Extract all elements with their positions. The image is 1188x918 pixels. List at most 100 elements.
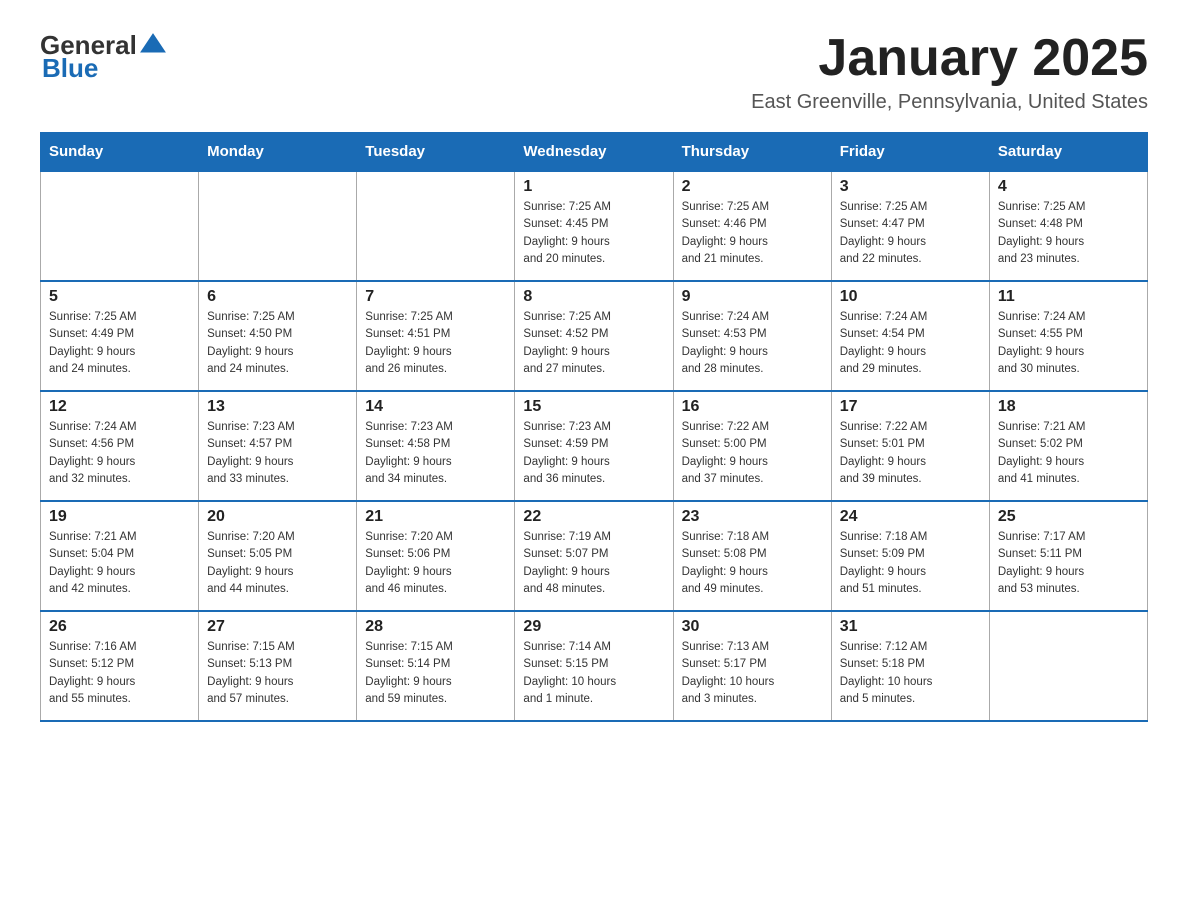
day-number: 8 — [523, 288, 664, 306]
day-number: 21 — [365, 508, 506, 526]
day-number: 23 — [682, 508, 823, 526]
calendar-cell: 1 Sunrise: 7:25 AM Sunset: 4:45 PM Daylig… — [515, 171, 673, 281]
day-info: Sunrise: 7:23 AM Sunset: 4:57 PM Dayligh… — [207, 419, 348, 488]
day-number: 31 — [840, 618, 981, 636]
day-info: Sunrise: 7:13 AM Sunset: 5:17 PM Dayligh… — [682, 639, 823, 708]
day-info: Sunrise: 7:24 AM Sunset: 4:56 PM Dayligh… — [49, 419, 190, 488]
logo-blue-text: Blue — [42, 53, 98, 84]
day-number: 25 — [998, 508, 1139, 526]
day-number: 20 — [207, 508, 348, 526]
calendar-cell: 12 Sunrise: 7:24 AM Sunset: 4:56 PM Dayli… — [41, 391, 199, 501]
day-info: Sunrise: 7:18 AM Sunset: 5:09 PM Dayligh… — [840, 529, 981, 598]
day-number: 3 — [840, 178, 981, 196]
day-number: 30 — [682, 618, 823, 636]
day-number: 4 — [998, 178, 1139, 196]
calendar-cell: 20 Sunrise: 7:20 AM Sunset: 5:05 PM Dayli… — [199, 501, 357, 611]
day-info: Sunrise: 7:16 AM Sunset: 5:12 PM Dayligh… — [49, 639, 190, 708]
day-info: Sunrise: 7:24 AM Sunset: 4:55 PM Dayligh… — [998, 309, 1139, 378]
day-number: 9 — [682, 288, 823, 306]
calendar-week-row: 26 Sunrise: 7:16 AM Sunset: 5:12 PM Dayli… — [41, 611, 1148, 721]
day-number: 10 — [840, 288, 981, 306]
calendar-week-row: 5 Sunrise: 7:25 AM Sunset: 4:49 PM Daylig… — [41, 281, 1148, 391]
logo: General Blue — [40, 30, 167, 84]
day-info: Sunrise: 7:25 AM Sunset: 4:46 PM Dayligh… — [682, 199, 823, 268]
calendar-cell: 29 Sunrise: 7:14 AM Sunset: 5:15 PM Dayli… — [515, 611, 673, 721]
calendar-cell: 30 Sunrise: 7:13 AM Sunset: 5:17 PM Dayli… — [673, 611, 831, 721]
day-number: 11 — [998, 288, 1139, 306]
calendar-cell: 10 Sunrise: 7:24 AM Sunset: 4:54 PM Dayli… — [831, 281, 989, 391]
day-info: Sunrise: 7:22 AM Sunset: 5:01 PM Dayligh… — [840, 419, 981, 488]
calendar-cell: 21 Sunrise: 7:20 AM Sunset: 5:06 PM Dayli… — [357, 501, 515, 611]
day-number: 7 — [365, 288, 506, 306]
calendar-cell: 8 Sunrise: 7:25 AM Sunset: 4:52 PM Daylig… — [515, 281, 673, 391]
calendar-cell: 22 Sunrise: 7:19 AM Sunset: 5:07 PM Dayli… — [515, 501, 673, 611]
day-number: 6 — [207, 288, 348, 306]
logo-icon — [139, 30, 167, 58]
day-info: Sunrise: 7:21 AM Sunset: 5:02 PM Dayligh… — [998, 419, 1139, 488]
day-info: Sunrise: 7:25 AM Sunset: 4:51 PM Dayligh… — [365, 309, 506, 378]
day-number: 28 — [365, 618, 506, 636]
day-info: Sunrise: 7:15 AM Sunset: 5:14 PM Dayligh… — [365, 639, 506, 708]
day-number: 17 — [840, 398, 981, 416]
day-number: 13 — [207, 398, 348, 416]
calendar-cell: 31 Sunrise: 7:12 AM Sunset: 5:18 PM Dayli… — [831, 611, 989, 721]
day-info: Sunrise: 7:12 AM Sunset: 5:18 PM Dayligh… — [840, 639, 981, 708]
calendar-cell: 7 Sunrise: 7:25 AM Sunset: 4:51 PM Daylig… — [357, 281, 515, 391]
header-saturday: Saturday — [989, 133, 1147, 172]
day-number: 18 — [998, 398, 1139, 416]
day-number: 12 — [49, 398, 190, 416]
calendar-cell: 4Sunrise: 7:25 AM Sunset: 4:48 PM Daylig… — [989, 171, 1147, 281]
day-number: 14 — [365, 398, 506, 416]
day-info: Sunrise: 7:25 AM Sunset: 4:52 PM Dayligh… — [523, 309, 664, 378]
header-wednesday: Wednesday — [515, 133, 673, 172]
day-info: Sunrise: 7:25 AM Sunset: 4:49 PM Dayligh… — [49, 309, 190, 378]
calendar-cell: 23 Sunrise: 7:18 AM Sunset: 5:08 PM Dayli… — [673, 501, 831, 611]
day-number: 2 — [682, 178, 823, 196]
day-info: Sunrise: 7:18 AM Sunset: 5:08 PM Dayligh… — [682, 529, 823, 598]
calendar-cell: 15Sunrise: 7:23 AM Sunset: 4:59 PM Dayli… — [515, 391, 673, 501]
calendar-table: SundayMondayTuesdayWednesdayThursdayFrid… — [40, 132, 1148, 722]
calendar-cell: 16 Sunrise: 7:22 AM Sunset: 5:00 PM Dayli… — [673, 391, 831, 501]
header-friday: Friday — [831, 133, 989, 172]
calendar-cell: 9Sunrise: 7:24 AM Sunset: 4:53 PM Daylig… — [673, 281, 831, 391]
day-number: 5 — [49, 288, 190, 306]
day-number: 16 — [682, 398, 823, 416]
header-thursday: Thursday — [673, 133, 831, 172]
day-info: Sunrise: 7:24 AM Sunset: 4:54 PM Dayligh… — [840, 309, 981, 378]
day-info: Sunrise: 7:21 AM Sunset: 5:04 PM Dayligh… — [49, 529, 190, 598]
calendar-cell: 27 Sunrise: 7:15 AM Sunset: 5:13 PM Dayli… — [199, 611, 357, 721]
day-info: Sunrise: 7:25 AM Sunset: 4:47 PM Dayligh… — [840, 199, 981, 268]
calendar-cell: 14Sunrise: 7:23 AM Sunset: 4:58 PM Dayli… — [357, 391, 515, 501]
calendar-cell: 28 Sunrise: 7:15 AM Sunset: 5:14 PM Dayli… — [357, 611, 515, 721]
day-info: Sunrise: 7:19 AM Sunset: 5:07 PM Dayligh… — [523, 529, 664, 598]
calendar-cell: 2 Sunrise: 7:25 AM Sunset: 4:46 PM Daylig… — [673, 171, 831, 281]
header-monday: Monday — [199, 133, 357, 172]
calendar-cell: 11 Sunrise: 7:24 AM Sunset: 4:55 PM Dayli… — [989, 281, 1147, 391]
calendar-week-row: 12 Sunrise: 7:24 AM Sunset: 4:56 PM Dayli… — [41, 391, 1148, 501]
calendar-cell: 13 Sunrise: 7:23 AM Sunset: 4:57 PM Dayli… — [199, 391, 357, 501]
day-info: Sunrise: 7:22 AM Sunset: 5:00 PM Dayligh… — [682, 419, 823, 488]
day-number: 27 — [207, 618, 348, 636]
header-tuesday: Tuesday — [357, 133, 515, 172]
calendar-cell: 25Sunrise: 7:17 AM Sunset: 5:11 PM Dayli… — [989, 501, 1147, 611]
day-number: 29 — [523, 618, 664, 636]
calendar-cell: 19Sunrise: 7:21 AM Sunset: 5:04 PM Dayli… — [41, 501, 199, 611]
month-title: January 2025 — [751, 30, 1148, 87]
day-number: 22 — [523, 508, 664, 526]
calendar-cell — [41, 171, 199, 281]
page-header: General Blue January 2025 East Greenvill… — [40, 30, 1148, 114]
day-info: Sunrise: 7:14 AM Sunset: 5:15 PM Dayligh… — [523, 639, 664, 708]
calendar-cell — [989, 611, 1147, 721]
day-info: Sunrise: 7:20 AM Sunset: 5:06 PM Dayligh… — [365, 529, 506, 598]
day-number: 15 — [523, 398, 664, 416]
calendar-cell: 5 Sunrise: 7:25 AM Sunset: 4:49 PM Daylig… — [41, 281, 199, 391]
day-info: Sunrise: 7:20 AM Sunset: 5:05 PM Dayligh… — [207, 529, 348, 598]
day-number: 26 — [49, 618, 190, 636]
calendar-cell: 17 Sunrise: 7:22 AM Sunset: 5:01 PM Dayli… — [831, 391, 989, 501]
day-info: Sunrise: 7:15 AM Sunset: 5:13 PM Dayligh… — [207, 639, 348, 708]
header-sunday: Sunday — [41, 133, 199, 172]
calendar-week-row: 1 Sunrise: 7:25 AM Sunset: 4:45 PM Daylig… — [41, 171, 1148, 281]
calendar-cell: 3 Sunrise: 7:25 AM Sunset: 4:47 PM Daylig… — [831, 171, 989, 281]
day-info: Sunrise: 7:25 AM Sunset: 4:45 PM Dayligh… — [523, 199, 664, 268]
day-number: 1 — [523, 178, 664, 196]
